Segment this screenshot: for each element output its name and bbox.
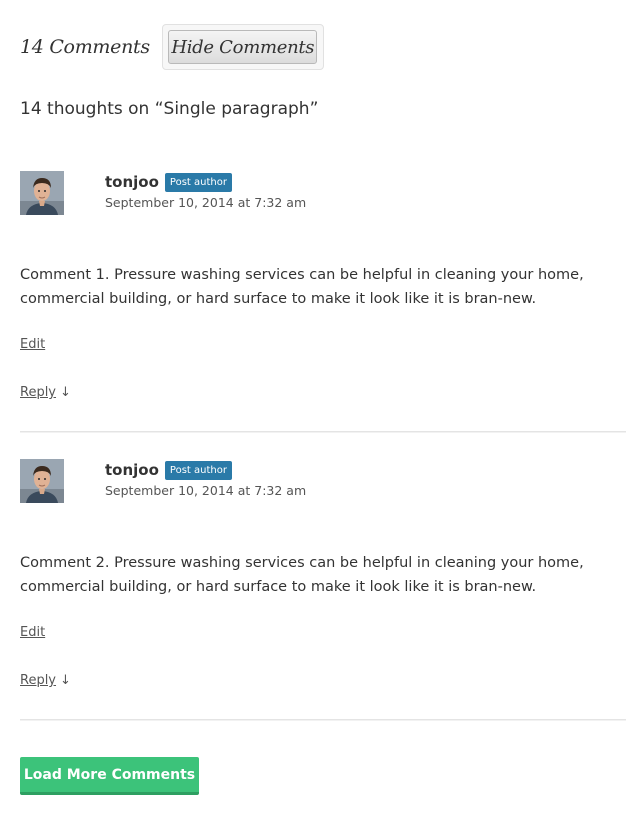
comment-divider [20,431,626,433]
comment-meta: tonjoo Post author September 10, 2014 at… [105,172,306,210]
down-arrow-icon: ↓ [60,673,71,688]
reply-label: Reply [20,673,57,688]
hide-comments-wrapper: Hide Comments [161,24,324,70]
load-more-comments-button[interactable]: Load More Comments [20,757,199,795]
avatar[interactable] [20,171,64,215]
edit-link[interactable]: Edit [20,337,45,352]
author-line: tonjoo Post author [105,172,306,192]
post-author-badge: Post author [164,172,232,192]
down-arrow-icon: ↓ [60,385,71,400]
reply-label: Reply [20,385,57,400]
comment-date[interactable]: September 10, 2014 at 7:32 am [105,195,306,210]
hide-comments-button[interactable]: Hide Comments [168,30,318,64]
author-name[interactable]: tonjoo [105,173,159,191]
comment-meta: tonjoo Post author September 10, 2014 at… [105,460,306,498]
reply-link[interactable]: Reply ↓ [20,673,71,688]
comment-divider [20,719,626,721]
avatar[interactable] [20,459,64,503]
comments-header: 14 Comments Hide Comments [20,22,324,72]
author-line: tonjoo Post author [105,460,306,480]
post-author-badge: Post author [164,460,232,480]
reply-link[interactable]: Reply ↓ [20,385,71,400]
comments-title: 14 thoughts on “Single paragraph” [20,99,319,119]
comment-text: Comment 1. Pressure washing services can… [20,267,584,307]
edit-link[interactable]: Edit [20,625,45,640]
comment-date[interactable]: September 10, 2014 at 7:32 am [105,483,306,498]
comment-text: Comment 2. Pressure washing services can… [20,555,584,595]
comments-count: 14 Comments [20,36,150,58]
author-name[interactable]: tonjoo [105,461,159,479]
comments-section: 14 Comments Hide Comments 14 thoughts on… [0,0,626,816]
